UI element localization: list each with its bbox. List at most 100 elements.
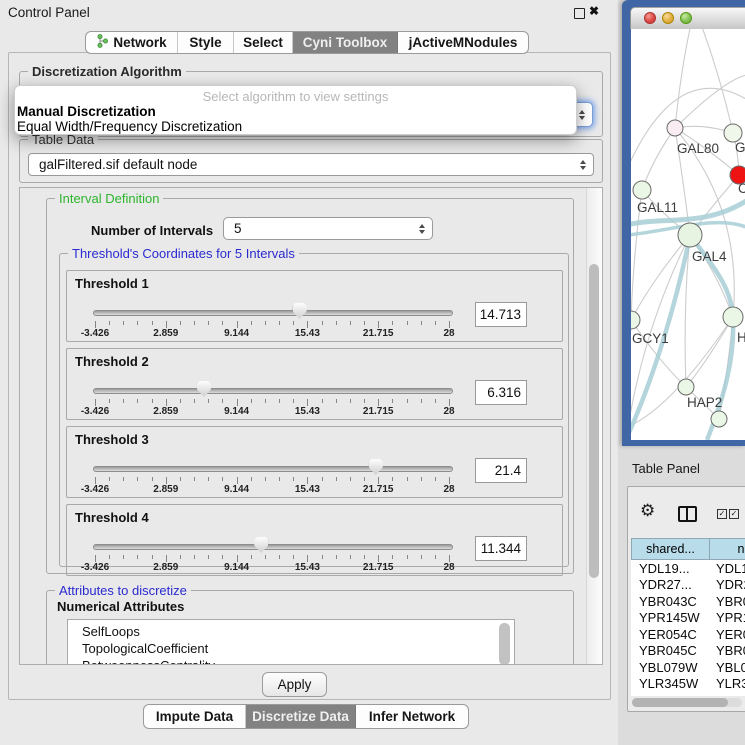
threshold-1-panel: Threshold 1 -3.4262.8599.14415.4321.7152… bbox=[66, 270, 563, 342]
table-row[interactable]: YPR145WYPR1 bbox=[631, 610, 745, 627]
table-hscrollbar-thumb[interactable] bbox=[632, 698, 728, 707]
svg-text:GA: GA bbox=[735, 140, 745, 155]
tab-infer-network[interactable]: Infer Network bbox=[356, 705, 468, 728]
algorithm-dropdown-popup: Select algorithm to view settings Manual… bbox=[14, 85, 577, 135]
tab-jactivemnodules[interactable]: jActiveMNodules bbox=[398, 32, 528, 53]
numerical-attributes-label: Numerical Attributes bbox=[57, 599, 184, 614]
checkbox-icon[interactable]: ✓ bbox=[717, 509, 727, 519]
tab-select[interactable]: Select bbox=[234, 32, 293, 53]
tab-discretize-data[interactable]: Discretize Data bbox=[246, 705, 356, 728]
group-title: Threshold's Coordinates for 5 Intervals bbox=[68, 246, 299, 261]
list-scrollbar[interactable] bbox=[499, 623, 510, 665]
threshold-3-slider-track[interactable] bbox=[93, 466, 453, 472]
svg-text:C: C bbox=[738, 181, 745, 196]
table-row[interactable]: YER054CYER0 bbox=[631, 626, 745, 643]
bottom-tab-bar: Impute Data Discretize Data Infer Networ… bbox=[143, 704, 469, 729]
node-bottom[interactable] bbox=[711, 411, 727, 427]
threshold-3-value-field[interactable]: 21.4 bbox=[475, 458, 527, 483]
threshold-2-slider-track[interactable] bbox=[93, 388, 453, 394]
column-header-shared[interactable]: shared... bbox=[631, 538, 710, 560]
table-row[interactable]: YIL052CYIL0 bbox=[631, 692, 745, 696]
float-window-icon[interactable] bbox=[574, 8, 585, 19]
number-of-intervals-label: Number of Intervals bbox=[91, 223, 213, 238]
dropdown-item-manual-discretization[interactable]: Manual Discretization bbox=[15, 104, 576, 119]
slider-tick-labels: -3.4262.8599.14415.4321.71528 bbox=[95, 484, 449, 495]
close-icon[interactable]: ✖ bbox=[589, 4, 599, 18]
node-gcy1[interactable] bbox=[631, 311, 640, 329]
node-gal11[interactable] bbox=[633, 181, 651, 199]
column-header-name[interactable]: na bbox=[710, 538, 745, 560]
top-tab-bar: Network Style Select Cyni Toolbox jActiv… bbox=[85, 31, 529, 54]
threshold-4-slider-track[interactable] bbox=[93, 544, 453, 550]
table-data-group: Table Data galFiltered.sif default node bbox=[19, 139, 603, 183]
table-data-combobox[interactable]: galFiltered.sif default node bbox=[28, 153, 594, 176]
tab-label: Network bbox=[113, 35, 166, 50]
minimize-traffic-light[interactable] bbox=[662, 12, 674, 24]
node-gal4[interactable] bbox=[678, 223, 702, 247]
svg-text:GAL11: GAL11 bbox=[637, 200, 678, 215]
threshold-4-value-field[interactable]: 11.344 bbox=[475, 536, 527, 561]
dropdown-item-equal-width-frequency[interactable]: Equal Width/Frequency Discretization bbox=[15, 119, 576, 134]
svg-text:GAL4: GAL4 bbox=[692, 249, 727, 264]
threshold-1-value-field[interactable]: 14.713 bbox=[475, 302, 527, 327]
slider-tick-labels: -3.4262.8599.14415.4321.71528 bbox=[95, 406, 449, 417]
node-h[interactable] bbox=[723, 307, 743, 327]
threshold-1-slider-track[interactable] bbox=[93, 310, 453, 316]
list-item[interactable]: BetweennessCentrality bbox=[68, 657, 514, 665]
network-canvas[interactable]: GAL80 GA C GAL11 GAL4 GCY1 H HAP2 bbox=[631, 29, 745, 440]
node-hap2[interactable] bbox=[678, 379, 694, 395]
table-row[interactable]: YBR045CYBR0 bbox=[631, 643, 745, 660]
gear-icon[interactable]: ⚙ bbox=[640, 501, 655, 521]
slider-tick-labels: -3.4262.8599.14415.4321.71528 bbox=[95, 562, 449, 573]
numerical-attributes-list: SelfLoops TopologicalCoefficient Between… bbox=[67, 619, 515, 665]
table-hscrollbar-track[interactable] bbox=[632, 698, 742, 707]
network-view-window: GAL80 GA C GAL11 GAL4 GCY1 H HAP2 bbox=[622, 0, 745, 446]
svg-text:HAP2: HAP2 bbox=[687, 395, 722, 410]
panel-title: Control Panel bbox=[8, 5, 90, 20]
table-row[interactable]: YDR27...YDR2 bbox=[631, 577, 745, 594]
columns-icon[interactable] bbox=[678, 506, 697, 522]
settings-scrollpane: Interval Definition Number of Intervals … bbox=[19, 187, 603, 665]
list-item[interactable]: TopologicalCoefficient bbox=[68, 640, 514, 657]
control-panel: Control Panel ✖ Network Style Select Cy bbox=[0, 0, 619, 745]
tab-impute-data[interactable]: Impute Data bbox=[144, 705, 246, 728]
combo-arrows-icon bbox=[579, 110, 585, 120]
table-row[interactable]: YBR043CYBR0 bbox=[631, 593, 745, 610]
threshold-4-panel: Threshold 4 -3.4262.8599.14415.4321.7152… bbox=[66, 504, 563, 576]
table-panel: ⚙ ✓ ✓ shared... na YDL19...YDL1 YDR27...… bbox=[627, 486, 745, 712]
zoom-traffic-light[interactable] bbox=[680, 12, 692, 24]
list-item[interactable]: SelfLoops bbox=[68, 623, 514, 640]
table-header-row: shared... na bbox=[631, 538, 745, 560]
table-body: YDL19...YDL1 YDR27...YDR2 YBR043CYBR0 YP… bbox=[631, 560, 745, 696]
threshold-4-slider-thumb[interactable] bbox=[254, 537, 268, 553]
threshold-2-slider-thumb[interactable] bbox=[197, 381, 211, 397]
control-panel-titlebar: Control Panel ✖ bbox=[0, 0, 618, 24]
attributes-to-discretize-group: Attributes to discretize Numerical Attri… bbox=[46, 590, 574, 665]
slider-tick-labels: -3.4262.8599.14415.4321.71528 bbox=[95, 328, 449, 339]
threshold-2-panel: Threshold 2 -3.4262.8599.14415.4321.7152… bbox=[66, 348, 563, 420]
table-row[interactable]: YLR345WYLR3 bbox=[631, 676, 745, 693]
settings-scrollbar-thumb[interactable] bbox=[589, 264, 599, 578]
cyni-toolbox-panel: Discretization Algorithm Select algorith… bbox=[8, 52, 611, 700]
dropdown-hint: Select algorithm to view settings bbox=[15, 86, 576, 104]
tab-network[interactable]: Network bbox=[86, 32, 178, 53]
network-window-titlebar[interactable] bbox=[630, 7, 745, 29]
threshold-3-slider-thumb[interactable] bbox=[369, 459, 383, 475]
svg-text:GCY1: GCY1 bbox=[632, 331, 669, 346]
svg-text:H: H bbox=[737, 330, 745, 345]
threshold-2-value-field[interactable]: 6.316 bbox=[475, 380, 527, 405]
threshold-1-slider-thumb[interactable] bbox=[293, 303, 307, 319]
tab-style[interactable]: Style bbox=[178, 32, 234, 53]
table-row[interactable]: YDL19...YDL1 bbox=[631, 560, 745, 577]
node-gal80[interactable] bbox=[667, 120, 683, 136]
table-row[interactable]: YBL079WYBL0 bbox=[631, 659, 745, 676]
combo-arrows-icon bbox=[419, 224, 425, 234]
settings-scrollbar-track[interactable] bbox=[586, 188, 602, 664]
tab-cyni-toolbox[interactable]: Cyni Toolbox bbox=[293, 32, 398, 53]
group-title: Attributes to discretize bbox=[55, 583, 191, 598]
close-traffic-light[interactable] bbox=[644, 12, 656, 24]
apply-button[interactable]: Apply bbox=[262, 672, 327, 697]
number-of-intervals-combobox[interactable]: 5 bbox=[223, 217, 433, 240]
svg-text:GAL80: GAL80 bbox=[677, 141, 719, 156]
checkbox-icon[interactable]: ✓ bbox=[729, 509, 739, 519]
